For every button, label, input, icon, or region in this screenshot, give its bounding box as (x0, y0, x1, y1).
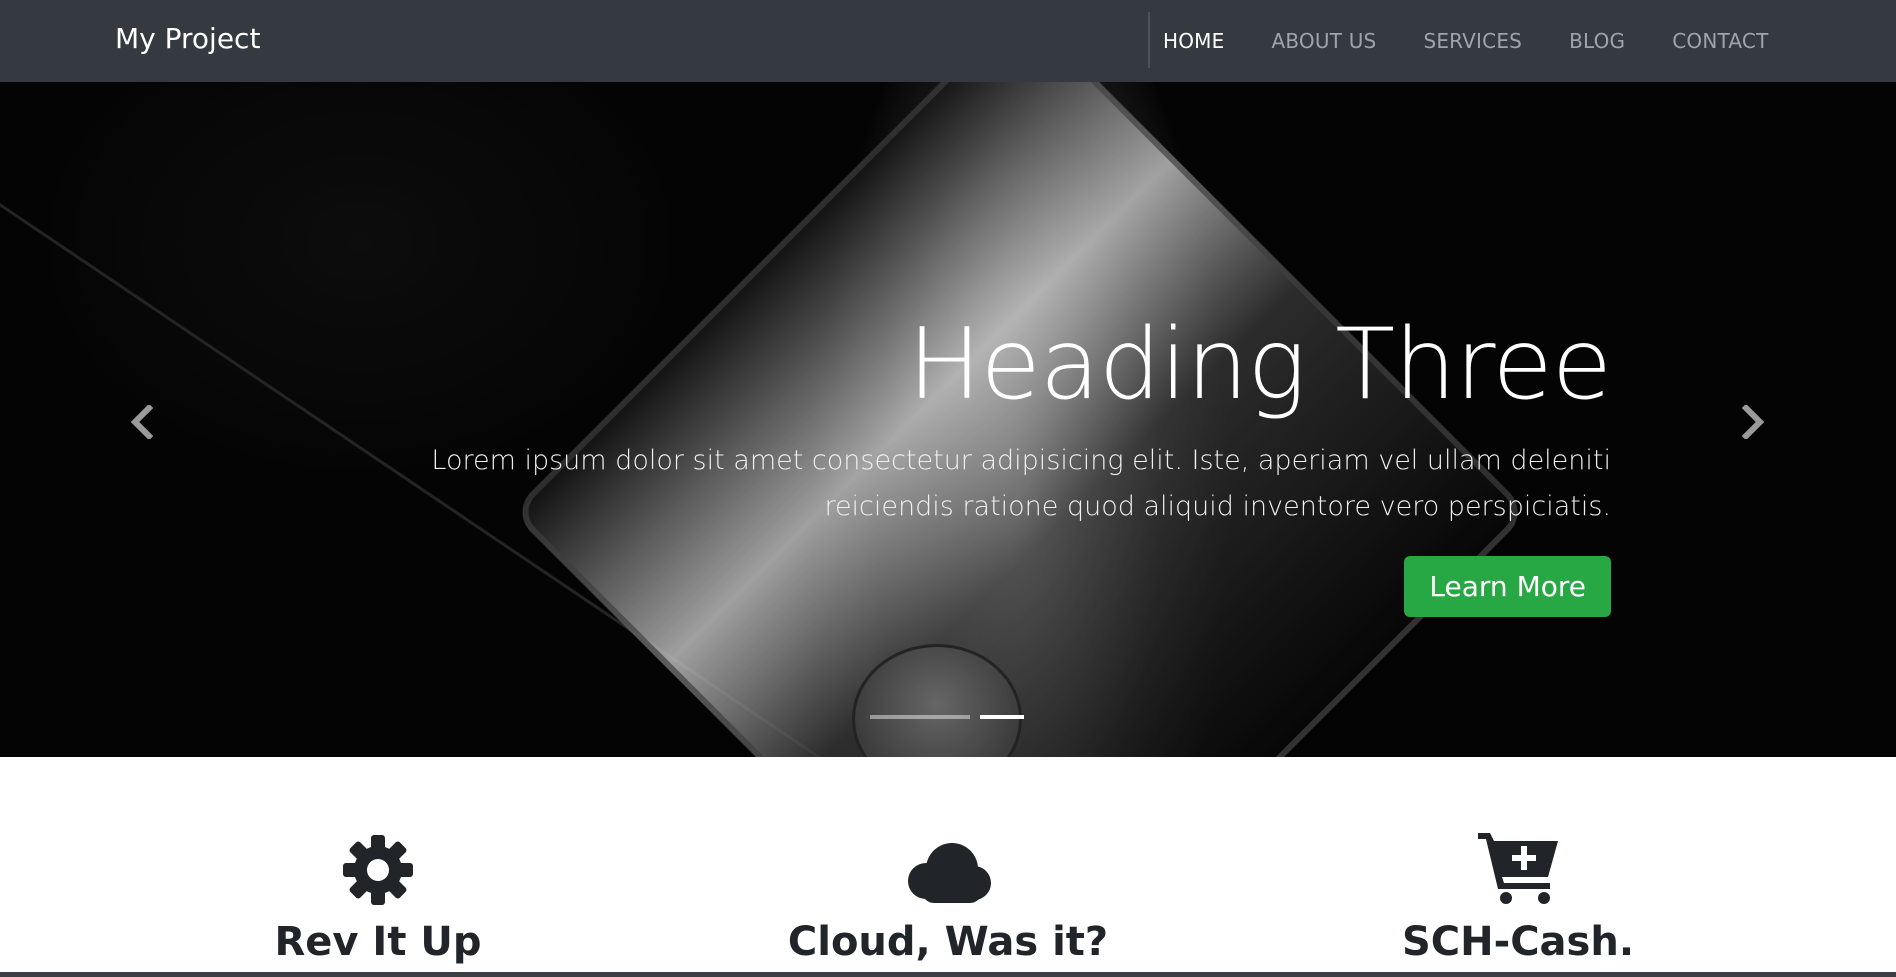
gear-icon (343, 835, 413, 905)
features-section: Rev It Up Cloud, Was it? SCH-Cash. (0, 757, 1896, 977)
navbar: My Project HOME ABOUT US SERVICES BLOG C… (0, 0, 1896, 82)
carousel-caption: Heading Three Lorem ipsum dolor sit amet… (211, 308, 1612, 617)
carousel-indicators (870, 715, 1024, 719)
carousel-indicator-2[interactable] (980, 715, 1024, 719)
feature-title: Rev It Up (274, 919, 482, 965)
cloud-icon (908, 843, 991, 903)
cart-plus-icon (1478, 833, 1558, 904)
nav-link-contact[interactable]: CONTACT (1672, 29, 1768, 53)
carousel-indicator-1[interactable] (870, 715, 970, 719)
page-bottom-edge (0, 972, 1896, 977)
chevron-right-icon (1741, 405, 1765, 439)
nav-links: HOME ABOUT US SERVICES BLOG CONTACT (1163, 0, 1816, 82)
hero-carousel: Heading Three Lorem ipsum dolor sit amet… (0, 82, 1896, 757)
nav-link-home[interactable]: HOME (1163, 29, 1224, 53)
carousel-next-button[interactable] (1723, 392, 1783, 452)
carousel-heading: Heading Three (907, 308, 1612, 422)
feature-rev-it-up: Rev It Up (128, 825, 628, 965)
carousel-prev-button[interactable] (112, 392, 172, 452)
feature-title: Cloud, Was it? (787, 919, 1109, 965)
nav-link-about-us[interactable]: ABOUT US (1271, 29, 1376, 53)
nav-link-blog[interactable]: BLOG (1569, 29, 1625, 53)
feature-sch-cash: SCH-Cash. (1268, 825, 1768, 965)
nav-link-services[interactable]: SERVICES (1423, 29, 1522, 53)
nav-divider (1148, 12, 1150, 68)
brand-link[interactable]: My Project (115, 22, 260, 55)
feature-cloud: Cloud, Was it? (698, 825, 1198, 965)
learn-more-button[interactable]: Learn More (1404, 555, 1611, 617)
feature-title: SCH-Cash. (1401, 919, 1635, 965)
carousel-text: Lorem ipsum dolor sit amet consectetur a… (431, 444, 1611, 522)
chevron-left-icon (130, 405, 154, 439)
